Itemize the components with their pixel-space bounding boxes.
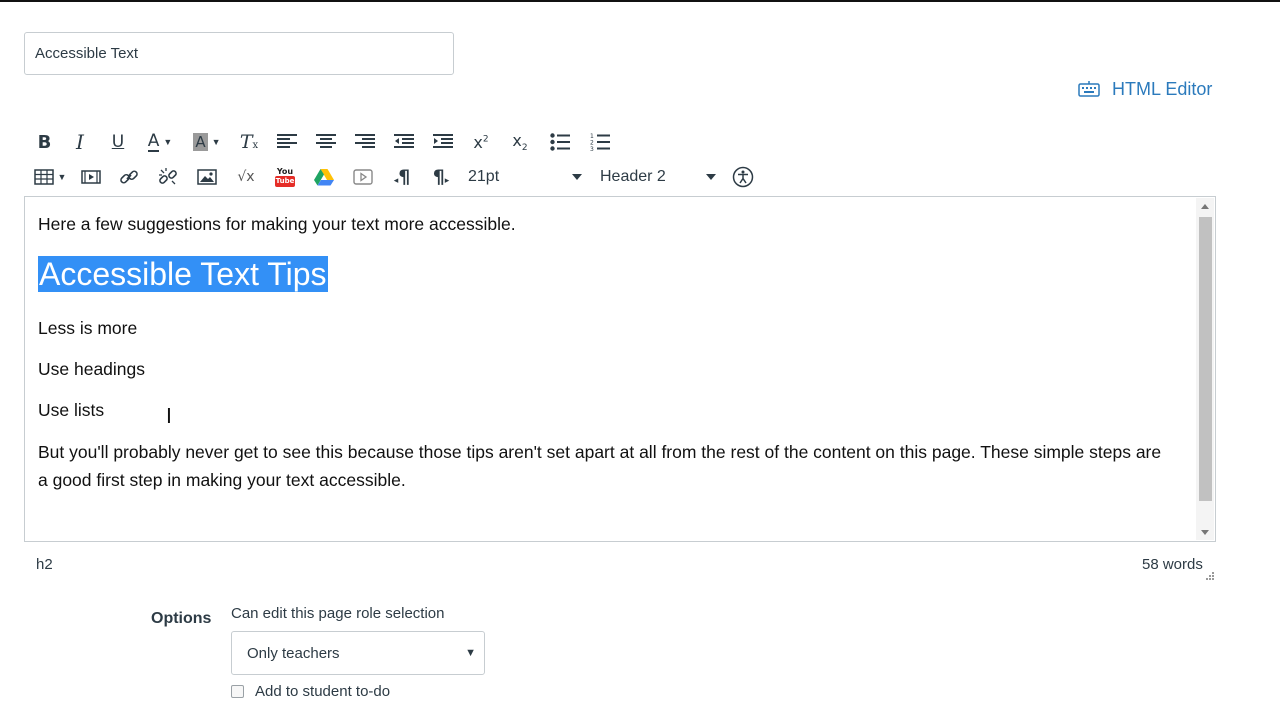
superscript-icon: x2 xyxy=(473,132,489,152)
equation-button[interactable]: √x xyxy=(226,163,266,191)
chevron-down-icon xyxy=(706,174,716,180)
text-color-icon: A xyxy=(147,131,160,152)
paragraph-ltr-icon: ◂¶ xyxy=(393,166,411,188)
i-beam-cursor-icon: I xyxy=(166,404,172,428)
table-icon xyxy=(33,169,54,185)
underline-button[interactable]: U xyxy=(99,128,137,156)
align-left-icon xyxy=(276,134,297,150)
editor-paragraph: Use lists xyxy=(38,400,105,420)
media-icon xyxy=(81,169,101,185)
scroll-down-button[interactable] xyxy=(1196,524,1214,540)
align-left-button[interactable] xyxy=(267,128,306,156)
editor-paragraph: Here a few suggestions for making your t… xyxy=(38,214,516,234)
selected-heading-text: Accessible Text Tips xyxy=(38,256,328,292)
bullet-list-button[interactable] xyxy=(540,128,580,156)
italic-button[interactable]: I xyxy=(61,128,99,156)
unlink-button[interactable] xyxy=(148,163,188,191)
role-select[interactable]: Only teachers ▼ xyxy=(231,631,485,675)
accessibility-icon xyxy=(732,166,754,188)
italic-icon: I xyxy=(76,130,84,154)
numbered-list-icon: 123 xyxy=(590,133,610,151)
underline-icon: U xyxy=(111,132,125,152)
subscript-button[interactable]: x2 xyxy=(500,128,540,156)
word-count: 58 words xyxy=(1142,556,1203,573)
scroll-up-button[interactable] xyxy=(1196,198,1214,214)
youtube-button[interactable]: You Tube xyxy=(266,163,304,191)
arrow-down-icon xyxy=(1201,529,1209,535)
rtl-button[interactable]: ¶▸ xyxy=(422,163,460,191)
svg-text:3: 3 xyxy=(590,146,594,151)
element-path[interactable]: h2 xyxy=(36,556,53,573)
block-format-select[interactable]: Header 2 xyxy=(592,163,722,191)
options-label: Options xyxy=(151,610,212,627)
keyboard-icon xyxy=(1078,81,1100,97)
editor-paragraph: Less is more xyxy=(38,318,138,338)
table-button[interactable]: ▼ xyxy=(28,163,72,191)
text-color-button[interactable]: A ▼ xyxy=(137,128,183,156)
align-center-button[interactable] xyxy=(306,128,345,156)
block-format-value: Header 2 xyxy=(600,168,666,185)
font-size-value: 21pt xyxy=(468,168,500,185)
page-title-input[interactable] xyxy=(24,32,454,75)
image-button[interactable] xyxy=(188,163,226,191)
google-drive-button[interactable] xyxy=(304,163,344,191)
subscript-icon: x2 xyxy=(512,130,528,154)
outdent-button[interactable] xyxy=(384,128,423,156)
youtube-icon: You Tube xyxy=(274,167,296,187)
square-root-icon: √x xyxy=(237,169,255,185)
align-right-icon xyxy=(354,134,375,150)
indent-button[interactable] xyxy=(423,128,462,156)
link-button[interactable] xyxy=(110,163,148,191)
role-selection-label: Can edit this page role selection xyxy=(231,605,445,622)
chevron-down-icon: ▼ xyxy=(465,647,476,659)
bold-button[interactable]: B xyxy=(28,128,61,156)
chevron-down-icon: ▼ xyxy=(57,172,67,182)
scroll-thumb[interactable] xyxy=(1199,217,1212,501)
html-editor-link[interactable]: HTML Editor xyxy=(1078,78,1212,100)
clear-formatting-icon: Tx xyxy=(239,131,259,153)
outdent-icon xyxy=(393,134,414,150)
html-editor-label: HTML Editor xyxy=(1112,78,1213,99)
chevron-down-icon: ▼ xyxy=(163,137,173,147)
toolbar-row-formatting: B I U A ▼ A ▼ Tx x2 x2 123 xyxy=(28,127,620,157)
top-border xyxy=(0,0,1280,2)
font-size-select[interactable]: 21pt xyxy=(460,163,588,191)
media-button[interactable] xyxy=(72,163,110,191)
play-icon xyxy=(353,169,373,185)
align-right-button[interactable] xyxy=(345,128,384,156)
chevron-down-icon xyxy=(572,174,582,180)
editor-paragraph: Use headings xyxy=(38,359,146,379)
background-color-button[interactable]: A ▼ xyxy=(183,128,231,156)
accessibility-checker-button[interactable] xyxy=(722,163,764,191)
numbered-list-button[interactable]: 123 xyxy=(580,128,620,156)
embed-media-button[interactable] xyxy=(344,163,382,191)
indent-icon xyxy=(432,134,453,150)
align-center-icon xyxy=(315,134,336,150)
editor-heading: Accessible Text Tips xyxy=(38,254,328,294)
resize-handle-icon[interactable] xyxy=(1203,570,1215,582)
paragraph-rtl-icon: ¶▸ xyxy=(432,166,450,188)
google-drive-icon xyxy=(314,168,334,186)
student-todo-checkbox[interactable] xyxy=(231,685,244,698)
editor-scrollbar[interactable] xyxy=(1196,198,1214,540)
rich-text-editor[interactable]: Here a few suggestions for making your t… xyxy=(24,196,1216,542)
role-select-value: Only teachers xyxy=(247,644,340,662)
student-todo-label[interactable]: Add to student to-do xyxy=(255,683,390,700)
toolbar-row-insert: ▼ √x You Tube ◂¶ ¶▸ 21pt Header 2 xyxy=(28,162,764,192)
image-icon xyxy=(197,169,217,185)
ltr-button[interactable]: ◂¶ xyxy=(382,163,422,191)
bold-icon: B xyxy=(37,131,52,153)
link-icon xyxy=(119,167,139,187)
bullet-list-icon xyxy=(550,133,570,151)
superscript-button[interactable]: x2 xyxy=(462,128,500,156)
background-color-icon: A xyxy=(193,133,208,151)
chevron-down-icon: ▼ xyxy=(211,137,221,147)
unlink-icon xyxy=(158,167,178,187)
arrow-up-icon xyxy=(1201,203,1209,209)
clear-formatting-button[interactable]: Tx xyxy=(231,128,267,156)
editor-paragraph: But you'll probably never get to see thi… xyxy=(38,442,1162,490)
